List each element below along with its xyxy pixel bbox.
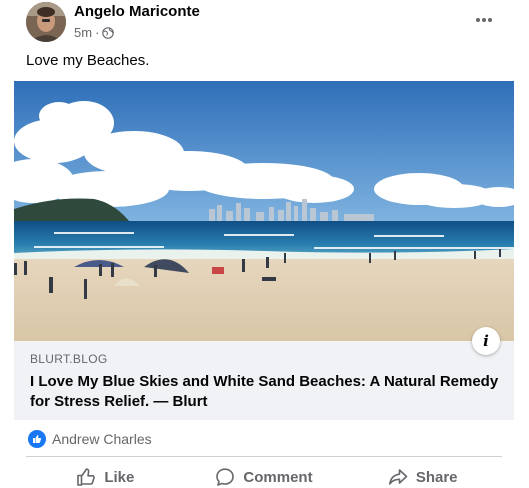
link-domain: BLURT.BLOG [30,352,108,366]
post-header: Angelo Mariconte 5m · [0,0,529,48]
author-avatar[interactable] [26,2,66,42]
comment-button[interactable]: Comment [185,458,344,488]
reactions-summary[interactable]: Andrew Charles [28,430,152,448]
share-button[interactable]: Share [343,458,502,488]
link-preview[interactable]: i BLURT.BLOG I Love My Blue Skies and Wh… [14,81,514,420]
comment-label: Comment [243,468,313,486]
meta-separator: · [95,25,100,40]
link-title[interactable]: I Love My Blue Skies and White Sand Beac… [30,372,500,412]
post-actions-bar: Like Comment Share [26,458,502,488]
share-label: Share [415,468,458,486]
post-caption: Love my Beaches. [26,52,150,69]
actions-divider [26,456,502,457]
share-icon [388,469,408,485]
author-name[interactable]: Angelo Mariconte [74,3,200,20]
post-timestamp[interactable]: 5m [74,25,92,40]
beach-photo [14,81,514,341]
like-label: Like [104,468,135,486]
thumbs-up-icon [77,468,96,486]
globe-icon[interactable] [102,26,115,39]
link-preview-image[interactable] [14,81,514,341]
more-options-button[interactable] [470,8,498,32]
like-button[interactable]: Like [26,458,185,488]
avatar-image [26,2,66,42]
post-meta: 5m · [74,25,115,40]
reactor-name[interactable]: Andrew Charles [52,431,152,447]
comment-icon [216,468,235,486]
more-horizontal-icon [476,18,492,22]
like-icon [28,430,46,448]
info-button[interactable]: i [472,327,500,355]
post-card: Angelo Mariconte 5m · Love my Beaches. i… [0,0,529,488]
